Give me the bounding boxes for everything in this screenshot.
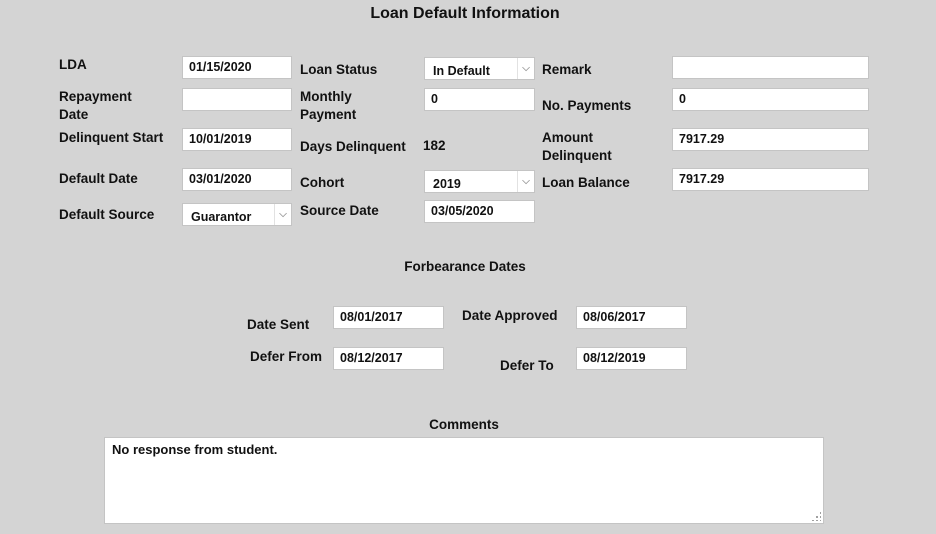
forbearance-heading: Forbearance Dates [404,259,526,274]
loan-status-value: In Default [433,64,490,78]
chevron-down-icon[interactable]: ⌵ [517,171,534,192]
loan-balance-label: Loan Balance [542,175,630,190]
lda-label: LDA [59,57,87,72]
repayment-date-label: Repayment Date [59,89,132,122]
default-date-field[interactable]: 03/01/2020 [182,168,292,191]
remark-label: Remark [542,62,592,77]
amount-delinquent-field[interactable]: 7917.29 [672,128,869,151]
default-source-select[interactable]: Guarantor ⌵ [182,203,292,226]
repayment-date-field[interactable] [182,88,292,111]
monthly-payment-label: Monthly Payment [300,89,357,122]
defer-from-label: Defer From [250,349,323,364]
loan-balance-field[interactable]: 7917.29 [672,168,869,191]
delinquent-start-field[interactable]: 10/01/2019 [182,128,292,151]
days-delinquent-label: Days Delinquent [300,139,406,154]
delinquent-start-label: Delinquent Start [59,130,164,145]
loan-status-label: Loan Status [300,62,378,77]
comments-heading: Comments [429,417,499,432]
no-payments-field[interactable]: 0 [672,88,869,111]
date-sent-field[interactable]: 08/01/2017 [333,306,444,329]
cohort-label: Cohort [300,175,345,190]
defer-to-field[interactable]: 08/12/2019 [576,347,687,370]
date-sent-label: Date Sent [247,317,310,332]
monthly-payment-field[interactable]: 0 [424,88,535,111]
date-approved-label: Date Approved [462,308,558,323]
chevron-down-icon[interactable]: ⌵ [274,204,291,225]
days-delinquent-value: 182 [423,138,446,153]
page-title: Loan Default Information [370,5,560,22]
default-date-label: Default Date [59,171,138,186]
default-source-value: Guarantor [191,210,252,224]
remark-field[interactable] [672,56,869,79]
source-date-label: Source Date [300,203,379,218]
cohort-value: 2019 [433,177,461,191]
comments-textarea[interactable]: No response from student. [104,437,824,524]
loan-status-select[interactable]: In Default ⌵ [424,57,535,80]
date-approved-field[interactable]: 08/06/2017 [576,306,687,329]
resize-grip-icon[interactable] [811,511,821,521]
lda-field[interactable]: 01/15/2020 [182,56,292,79]
default-source-label: Default Source [59,207,155,222]
source-date-field[interactable]: 03/05/2020 [424,200,535,223]
no-payments-label: No. Payments [542,98,632,113]
defer-from-field[interactable]: 08/12/2017 [333,347,444,370]
chevron-down-icon[interactable]: ⌵ [517,58,534,79]
amount-delinquent-label: Amount Delinquent [542,130,612,163]
comments-text: No response from student. [112,442,278,457]
defer-to-label: Defer To [500,358,554,373]
cohort-select[interactable]: 2019 ⌵ [424,170,535,193]
